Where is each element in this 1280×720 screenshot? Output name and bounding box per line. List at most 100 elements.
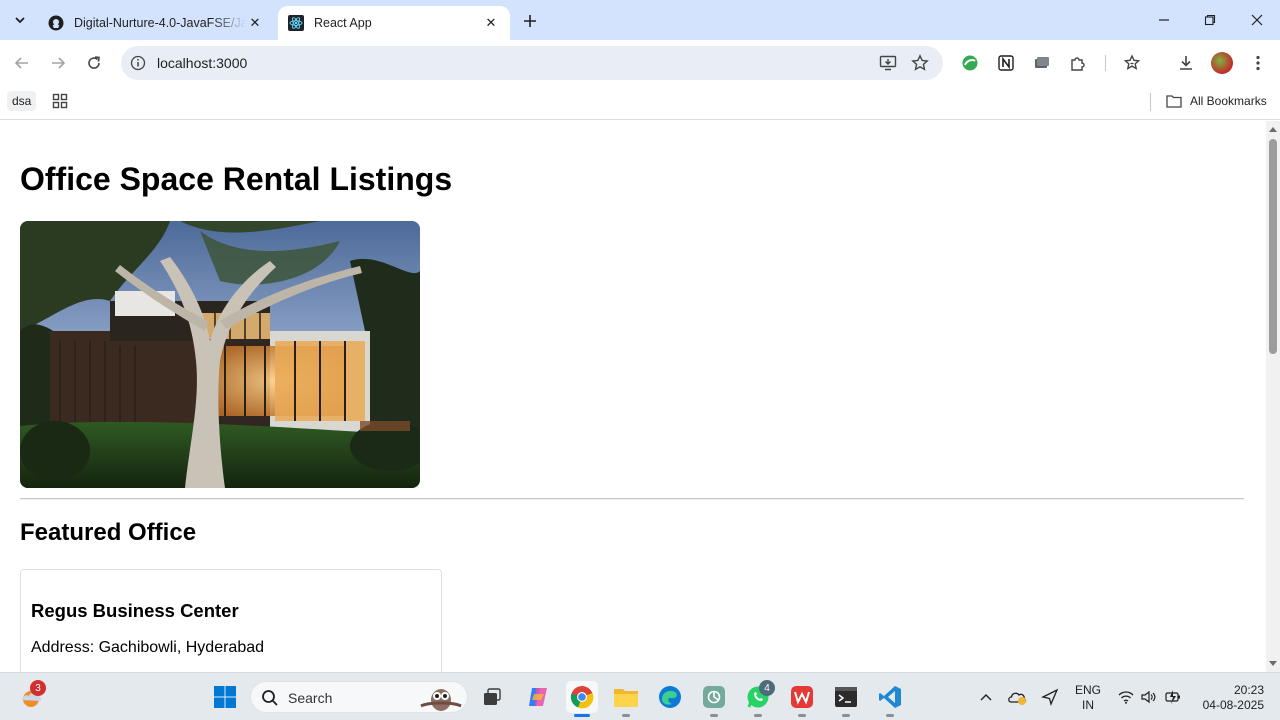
- close-window-button[interactable]: [1234, 0, 1280, 40]
- windows-logo-icon: [214, 686, 236, 708]
- back-button[interactable]: [8, 49, 36, 77]
- chrome-active-indicator: [574, 714, 590, 717]
- weather-badge: 3: [30, 680, 46, 696]
- language-code: ENG: [1074, 683, 1101, 697]
- all-bookmarks-button[interactable]: All Bookmarks: [1166, 91, 1267, 111]
- office-card: Regus Business Center Address: Gachibowl…: [20, 569, 442, 672]
- tab-title: Digital-Nurture-4.0-JavaFSE/Jav: [74, 16, 246, 30]
- edge-icon: [659, 686, 681, 708]
- show-hidden-icons-button[interactable]: [976, 681, 996, 713]
- vscode-icon: [879, 686, 901, 708]
- terminal-indicator: [842, 714, 850, 717]
- clock-date: 04-08-2025: [1202, 698, 1264, 712]
- search-icon: [262, 690, 278, 706]
- arrow-left-icon: [14, 57, 28, 69]
- page-content: Office Space Rental Listings Featured Of…: [0, 121, 1266, 672]
- minimize-icon: [1159, 19, 1169, 21]
- toolbar-separator: [1105, 55, 1106, 71]
- bookmarks-separator: [1150, 93, 1151, 111]
- battery-charging-icon[interactable]: [1162, 681, 1184, 713]
- tab-react-app[interactable]: React App ✕: [278, 6, 510, 40]
- profile-avatar[interactable]: [1211, 52, 1233, 74]
- scroll-up-arrow-icon[interactable]: [1268, 124, 1278, 134]
- bookmarks-star-list-icon[interactable]: [1118, 49, 1146, 77]
- page-title: Office Space Rental Listings: [20, 161, 453, 197]
- task-view-button[interactable]: [476, 681, 508, 713]
- page-scrollbar[interactable]: [1266, 121, 1280, 672]
- chevron-down-icon: [15, 17, 25, 24]
- scrollbar-thumb[interactable]: [1269, 139, 1277, 354]
- apps-grid-icon[interactable]: [50, 91, 70, 111]
- vscode-app[interactable]: [874, 681, 906, 713]
- office-image: [20, 221, 420, 488]
- wps-office-icon: [791, 686, 813, 708]
- section-divider: [20, 498, 1244, 500]
- notion-extension-icon[interactable]: [992, 49, 1020, 77]
- chatgpt-indicator: [710, 714, 718, 717]
- arrow-right-icon: [52, 57, 66, 69]
- github-icon: [48, 15, 64, 31]
- copilot-icon: [529, 688, 547, 706]
- windows-taskbar: 3 Search 4 ENG IN 20:23 04-08-2025: [0, 672, 1280, 720]
- system-clock[interactable]: 20:23 04-08-2025: [1196, 683, 1264, 713]
- office-name: Regus Business Center: [31, 600, 239, 621]
- bookmark-dsa[interactable]: dsa: [7, 91, 37, 111]
- wifi-icon[interactable]: [1116, 681, 1136, 713]
- minimize-button[interactable]: [1141, 0, 1187, 40]
- react-icon: [288, 15, 304, 31]
- region-code: IN: [1082, 698, 1094, 712]
- new-tab-button[interactable]: [518, 9, 542, 33]
- vscode-indicator: [886, 714, 894, 717]
- chrome-app[interactable]: [566, 681, 598, 713]
- wps-indicator: [798, 714, 806, 717]
- whatsapp-badge: 4: [759, 680, 775, 696]
- copilot-app[interactable]: [522, 681, 554, 713]
- taskbar-search[interactable]: Search: [250, 681, 468, 713]
- volume-icon[interactable]: [1138, 681, 1158, 713]
- close-icon[interactable]: ✕: [246, 14, 264, 32]
- language-indicator[interactable]: ENG IN: [1070, 683, 1106, 713]
- forward-button[interactable]: [44, 49, 72, 77]
- search-highlight-owl-icon: [420, 689, 462, 711]
- search-label: Search: [288, 690, 333, 706]
- start-button[interactable]: [209, 681, 241, 713]
- cards-extension-icon[interactable]: [1028, 49, 1056, 77]
- bookmark-star-icon[interactable]: [908, 51, 932, 75]
- close-icon: [1251, 14, 1263, 26]
- location-icon[interactable]: [1038, 681, 1062, 713]
- chevron-up-icon: [980, 694, 992, 701]
- reload-button[interactable]: [80, 49, 108, 77]
- chatgpt-app[interactable]: [698, 681, 730, 713]
- chatgpt-icon: [703, 686, 725, 708]
- extension-grammar-icon[interactable]: [956, 49, 984, 77]
- wps-office-app[interactable]: [786, 681, 818, 713]
- tab-search-button[interactable]: [6, 8, 34, 32]
- terminal-app[interactable]: [830, 681, 862, 713]
- clock-time: 20:23: [1233, 683, 1264, 697]
- all-bookmarks-label: All Bookmarks: [1190, 94, 1267, 108]
- file-explorer-app[interactable]: [610, 681, 642, 713]
- explorer-indicator: [622, 714, 630, 717]
- task-view-icon: [484, 688, 501, 705]
- scroll-down-arrow-icon[interactable]: [1268, 659, 1278, 669]
- bookmarks-bar: dsa All Bookmarks: [0, 86, 1280, 120]
- downloads-icon[interactable]: [1172, 49, 1200, 77]
- featured-heading: Featured Office: [20, 519, 197, 546]
- chrome-icon: [570, 686, 594, 709]
- tab-strip: Digital-Nurture-4.0-JavaFSE/Jav ✕ React …: [0, 0, 1280, 40]
- tab-github[interactable]: Digital-Nurture-4.0-JavaFSE/Jav ✕: [38, 6, 274, 40]
- close-icon[interactable]: ✕: [482, 14, 500, 32]
- folder-icon: [1166, 95, 1182, 108]
- site-info-icon[interactable]: [129, 54, 147, 72]
- edge-app[interactable]: [654, 681, 686, 713]
- plus-icon: [524, 15, 536, 27]
- whatsapp-indicator: [754, 714, 762, 717]
- install-app-icon[interactable]: [876, 51, 900, 75]
- folder-icon: [614, 689, 638, 707]
- onedrive-warning-icon[interactable]: [1006, 681, 1030, 713]
- extensions-puzzle-icon[interactable]: [1064, 49, 1092, 77]
- address-bar[interactable]: localhost:3000: [121, 46, 943, 80]
- url-text[interactable]: localhost:3000: [157, 55, 247, 71]
- restore-button[interactable]: [1187, 0, 1233, 40]
- menu-kebab-icon[interactable]: [1244, 49, 1272, 77]
